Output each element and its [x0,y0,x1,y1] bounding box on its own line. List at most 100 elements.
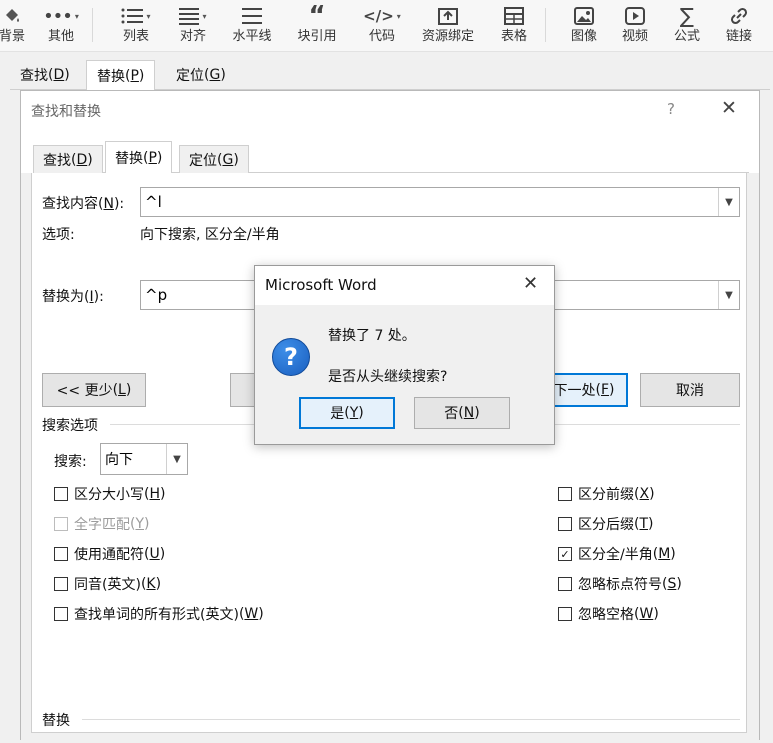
options-label: 选项: [42,227,75,243]
label-text: 替换为 [42,289,84,305]
close-icon[interactable]: ✕ [721,97,737,119]
question-icon: ? [272,338,310,376]
tab-label: 替换 [115,151,143,167]
replace-value: ^p [145,286,168,304]
tab-label: 定位 [176,68,204,84]
toolbar-more-button[interactable]: ••• ▾ 其他 [33,0,89,52]
tab-label: 替换 [97,69,125,85]
checkbox[interactable] [558,487,572,501]
toolbar-align-button[interactable]: ▾ 对齐 [165,0,221,52]
search-options-title: 搜索选项 [42,418,98,434]
toolbar-label: 视频 [621,29,648,44]
toolbar-label: 资源绑定 [421,29,474,44]
background-dialog-tabs: 查找(D) 替换(P) 定位(G) [10,56,770,91]
label-text: 查找内容 [42,196,98,212]
chevron-down-icon[interactable]: ▼ [718,281,739,309]
no-button[interactable]: 否(N) [414,397,510,429]
checkbox[interactable] [54,487,68,501]
options-value: 向下搜索, 区分全/半角 [140,227,280,243]
close-icon[interactable]: ✕ [523,273,538,294]
help-icon[interactable]: ? [667,100,675,118]
find-input[interactable]: ^l ▼ [140,187,740,217]
toolbar-label: 其他 [47,29,74,44]
toolbar-table-button[interactable]: 表格 [486,0,542,52]
search-direction-value: 向下 [105,452,133,468]
checkbox-whole-word[interactable]: 全字匹配(Y) [54,514,150,534]
checkbox[interactable] [558,517,572,531]
table-icon [504,0,524,30]
checkbox-match-suffix[interactable]: 区分后缀(T) [558,514,654,534]
tab-find[interactable]: 查找(D) [33,145,103,173]
checkbox[interactable] [54,517,68,531]
tab-replace[interactable]: 替换(P) [105,141,173,174]
option-accesskey: H [149,486,160,502]
tab-goto[interactable]: 定位(G) [179,145,249,173]
button-label: 取消 [676,383,704,399]
toolbar-formula-button[interactable]: ∑ 公式 [659,0,715,52]
dialog-title: 查找和替换 [31,104,101,120]
checkbox-ignore-punct[interactable]: 忽略标点符号(S) [558,574,682,594]
button-accesskey: F [600,382,610,398]
back-tab-find[interactable]: 查找(D) [10,60,80,90]
checkbox-match-prefix[interactable]: 区分前缀(X) [558,484,655,504]
code-icon: </> ▾ [363,7,401,25]
checkbox-ignore-space[interactable]: 忽略空格(W) [558,604,659,624]
checkbox-match-width[interactable]: ✓ 区分全/半角(M) [558,544,676,564]
checkbox-match-case[interactable]: 区分大小写(H) [54,484,165,504]
button-accesskey: N [463,405,475,421]
chevron-down-icon[interactable]: ▼ [718,188,739,216]
message-line-2: 是否从头继续搜索? [328,369,448,385]
checkbox-wildcards[interactable]: 使用通配符(U) [54,544,165,564]
tab-accesskey: G [222,151,234,168]
back-tab-goto[interactable]: 定位(G) [166,60,236,90]
checkbox[interactable] [558,607,572,621]
tab-accesskey: P [148,150,157,166]
option-label: 使用通配符 [74,547,144,563]
yes-button[interactable]: 是(Y) [299,397,395,429]
option-accesskey: W [639,606,654,622]
cancel-button[interactable]: 取消 [640,373,740,407]
toolbar-image-button[interactable]: 图像 [556,0,612,52]
less-button[interactable]: << 更少(L) [42,373,146,407]
toolbar-resource-bind-button[interactable]: 资源绑定 [420,0,476,52]
toolbar-list-button[interactable]: ▾ 列表 [108,0,164,52]
tab-label: 定位 [189,152,217,169]
label-accesskey: N [103,196,114,212]
checkmark-icon[interactable]: ✓ [558,547,572,561]
toolbar-separator [92,8,93,42]
toolbar-label: 链接 [725,29,752,44]
image-icon [574,0,594,30]
tab-panel: 查找内容(N): ^l ▼ 选项: 向下搜索, 区分全/半角 替换为(I): ^… [21,173,759,743]
tab-label: 查找 [43,152,71,169]
back-tab-replace[interactable]: 替换(P) [86,60,156,91]
option-accesskey: M [658,546,671,562]
chevron-down-icon[interactable]: ▼ [166,444,187,474]
find-value: ^l [145,193,162,211]
toolbar-label: 水平线 [232,29,272,44]
checkbox[interactable] [558,577,572,591]
replace-section-title: 替换 [42,713,70,729]
toolbar-link-button[interactable]: 链接 [711,0,767,52]
toolbar-label: 表格 [500,29,527,44]
find-label: 查找内容(N): [42,196,125,212]
section-divider [82,719,740,720]
toolbar-quote-button[interactable]: “ 块引用 [289,0,345,52]
tab-accesskey: D [76,151,88,168]
toolbar-code-button[interactable]: </> ▾ 代码 [354,0,410,52]
checkbox-all-word-forms[interactable]: 查找单词的所有形式(英文)(W) [54,604,264,624]
checkbox[interactable] [54,547,68,561]
paint-bucket-icon [2,0,22,30]
toolbar-label: 块引用 [297,29,337,44]
list-icon: ▾ [121,0,151,30]
tab-accesskey: D [53,67,65,83]
editor-toolbar: 背景 ••• ▾ 其他 ▾ 列表 ▾ 对齐 水平线 “ 块引用 </> ▾ 代码 资… [0,0,773,52]
toolbar-label: 代码 [368,29,395,44]
option-accesskey: K [146,576,156,592]
search-direction-select[interactable]: 向下 ▼ [100,443,188,475]
toolbar-hr-button[interactable]: 水平线 [224,0,280,52]
toolbar-video-button[interactable]: 视频 [607,0,663,52]
checkbox[interactable] [54,577,68,591]
align-icon: ▾ [179,0,207,30]
checkbox-sounds-like[interactable]: 同音(英文)(K) [54,574,161,594]
checkbox[interactable] [54,607,68,621]
